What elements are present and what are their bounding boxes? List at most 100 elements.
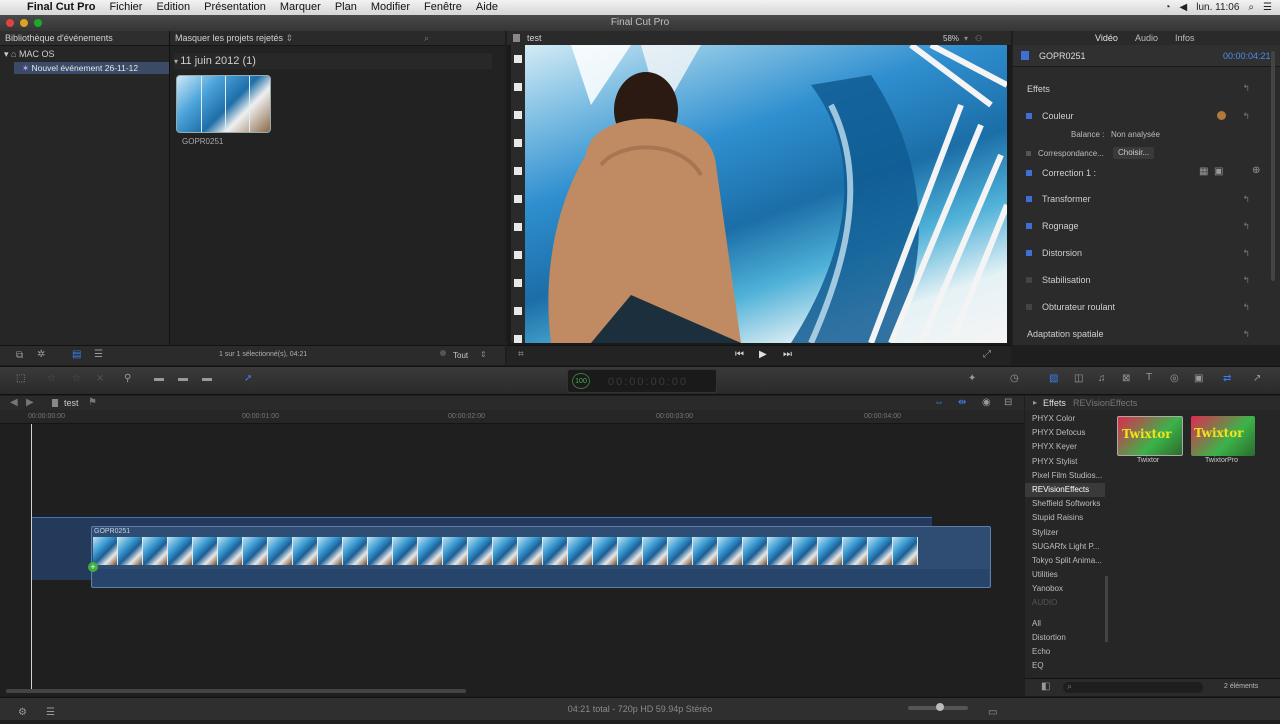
- clip-thumbnail[interactable]: [176, 75, 271, 133]
- reset-icon[interactable]: ↰: [1242, 275, 1250, 286]
- list-item-selected[interactable]: REVisionEffects: [1025, 482, 1105, 498]
- unrate-icon[interactable]: ⨯: [96, 373, 104, 384]
- reset-icon[interactable]: ↰: [1242, 111, 1250, 122]
- skip-forward-icon[interactable]: ⏭: [783, 349, 792, 360]
- reset-icon[interactable]: ↰: [1242, 194, 1250, 205]
- list-item[interactable]: Stupid Raisins: [1025, 511, 1105, 525]
- list-item[interactable]: Utilities: [1025, 568, 1105, 582]
- enhance-icon[interactable]: ✦: [968, 373, 976, 384]
- color-correction-icon[interactable]: ▦: [1199, 166, 1208, 177]
- timeline-ruler[interactable]: 00:00:00:00 00:00:01:00 00:00:02:00 00:0…: [0, 410, 1024, 424]
- skimming-icon[interactable]: ⇔: [934, 397, 944, 408]
- menu-app[interactable]: Final Cut Pro: [20, 0, 102, 15]
- menu-edition[interactable]: Edition: [149, 0, 197, 15]
- disclosure-triangle-icon[interactable]: ▾: [4, 49, 9, 59]
- color-board-icon[interactable]: [1217, 111, 1226, 120]
- photo-browser-icon[interactable]: ◫: [1074, 373, 1083, 384]
- zoom-slider-thumb[interactable]: [936, 703, 944, 711]
- minimize-button[interactable]: [20, 19, 28, 27]
- add-icon[interactable]: +: [88, 562, 98, 572]
- chevron-down-icon[interactable]: ▾: [964, 31, 968, 46]
- tab-video[interactable]: Vidéo: [1095, 33, 1118, 43]
- list-item[interactable]: Pixel Film Studios...: [1025, 469, 1105, 483]
- view-options-icon[interactable]: ⚇: [975, 31, 982, 46]
- index-icon[interactable]: ⚑: [88, 397, 97, 408]
- insert-clip-icon[interactable]: ▬: [178, 373, 188, 384]
- gear-icon[interactable]: ✲: [37, 349, 45, 360]
- list-item[interactable]: Yanobox: [1025, 582, 1105, 596]
- audio-meter-icon[interactable]: ⚙: [18, 702, 27, 724]
- clip-appearance-icon[interactable]: [440, 350, 446, 356]
- list-item[interactable]: All: [1025, 617, 1105, 631]
- audio-skimming-icon[interactable]: ⇹: [958, 397, 966, 408]
- titles-icon[interactable]: T: [1146, 372, 1152, 383]
- effect-transform[interactable]: Transformer: [1042, 194, 1091, 204]
- chevron-updown-icon[interactable]: ⇕: [480, 350, 487, 359]
- reject-icon[interactable]: ☆: [72, 373, 81, 384]
- transitions-icon[interactable]: ⊠: [1122, 373, 1130, 384]
- effect-rolling-shutter[interactable]: Obturateur roulant: [1042, 302, 1115, 312]
- append-clip-icon[interactable]: ▬: [202, 373, 212, 384]
- wifi-icon[interactable]: ◔: [1164, 2, 1170, 13]
- list-item[interactable]: EQ: [1025, 659, 1105, 673]
- snapping-icon[interactable]: ⊟: [1004, 397, 1012, 408]
- list-item[interactable]: Sheffield Softworks: [1025, 497, 1105, 511]
- effect-thumbnail-twixtorpro[interactable]: Twixtor: [1191, 416, 1255, 456]
- chevron-updown-icon[interactable]: ⇕: [286, 33, 294, 43]
- choose-button[interactable]: Choisir...: [1113, 147, 1155, 159]
- timeline[interactable]: GOPR0251 +: [0, 424, 1024, 696]
- mask-icon[interactable]: ▣: [1214, 166, 1223, 177]
- volume-icon[interactable]: ◀: [1180, 2, 1188, 13]
- disclosure-triangle-icon[interactable]: ▸: [1033, 398, 1037, 407]
- tab-info[interactable]: Infos: [1175, 33, 1195, 43]
- generators-icon[interactable]: ◎: [1170, 373, 1179, 384]
- tab-audio[interactable]: Audio: [1135, 33, 1158, 43]
- sidebar-toggle-icon[interactable]: ◧: [1041, 681, 1050, 692]
- reset-icon[interactable]: ↰: [1242, 302, 1250, 313]
- reset-icon[interactable]: ↰: [1242, 329, 1250, 340]
- music-icon[interactable]: ♫: [1098, 373, 1106, 384]
- fullscreen-icon[interactable]: ⤢: [983, 349, 991, 360]
- favorite-icon[interactable]: ☆: [47, 373, 56, 384]
- list-item[interactable]: PHYX Keyer: [1025, 440, 1105, 454]
- effect-thumbnail-twixtor[interactable]: Twixtor: [1117, 416, 1183, 456]
- reset-icon[interactable]: ↰: [1242, 221, 1250, 232]
- close-button[interactable]: [6, 19, 14, 27]
- video-frame[interactable]: [511, 45, 1007, 343]
- import-icon[interactable]: ⬚: [16, 373, 25, 384]
- library-disk[interactable]: ▾ ⌂ MAC OS: [4, 49, 55, 60]
- effect-color[interactable]: Couleur: [1042, 111, 1074, 121]
- list-scrollbar[interactable]: [1105, 576, 1108, 642]
- section-effects[interactable]: Effets: [1027, 84, 1050, 94]
- forward-icon[interactable]: ▶: [26, 397, 34, 408]
- checkbox[interactable]: [1026, 151, 1031, 156]
- back-icon[interactable]: ◀: [10, 397, 18, 408]
- inspector-toggle-icon[interactable]: ▧: [1049, 373, 1058, 384]
- menu-presentation[interactable]: Présentation: [197, 0, 273, 15]
- reset-icon[interactable]: ↰: [1242, 83, 1250, 94]
- list-item[interactable]: Echo: [1025, 645, 1105, 659]
- list-item[interactable]: PHYX Defocus: [1025, 426, 1105, 440]
- list-icon[interactable]: ☰: [1263, 2, 1272, 13]
- skip-back-icon[interactable]: ⏮: [735, 349, 744, 360]
- list-item[interactable]: PHYX Color: [1025, 412, 1105, 426]
- view-options-icon[interactable]: ⌗: [518, 349, 524, 360]
- section-spatial[interactable]: Adaptation spatiale: [1027, 329, 1104, 339]
- menu-modifier[interactable]: Modifier: [364, 0, 417, 15]
- list-item[interactable]: PHYX Stylist: [1025, 455, 1105, 469]
- list-item[interactable]: Stylizer: [1025, 526, 1105, 540]
- reset-icon[interactable]: ↰: [1242, 248, 1250, 259]
- search-icon[interactable]: ⌕: [1248, 2, 1254, 13]
- effect-distortion[interactable]: Distorsion: [1042, 248, 1082, 258]
- timeline-scrollbar[interactable]: [6, 689, 466, 693]
- zoom-button[interactable]: [34, 19, 42, 27]
- library-event[interactable]: ✶ Nouvel événement 26-11-12: [14, 62, 169, 74]
- solo-icon[interactable]: ◉: [982, 397, 991, 408]
- menu-marquer[interactable]: Marquer: [273, 0, 328, 15]
- menu-aide[interactable]: Aide: [469, 0, 505, 15]
- retime-icon[interactable]: ◷: [1010, 373, 1019, 384]
- list-item[interactable]: Tokyo Split Anima...: [1025, 554, 1105, 568]
- search-icon[interactable]: ⌕: [424, 31, 429, 46]
- filmstrip-view-icon[interactable]: ▤: [72, 349, 81, 360]
- filmstrip-toggle-icon[interactable]: ⧉: [16, 350, 23, 361]
